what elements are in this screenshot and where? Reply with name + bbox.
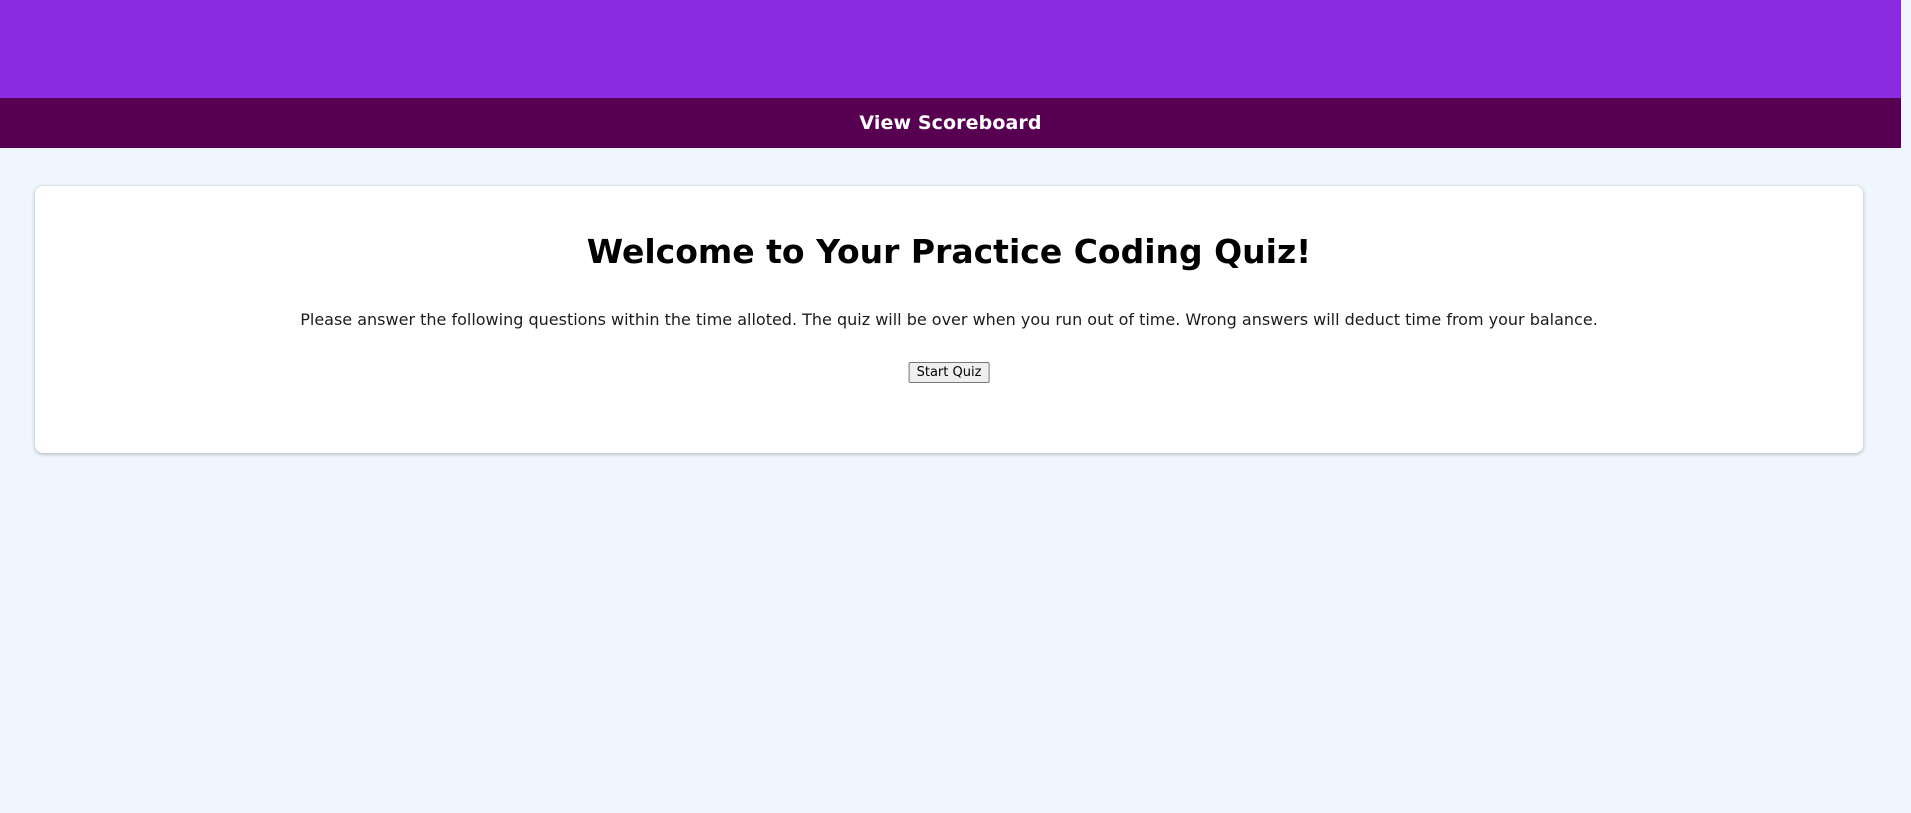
view-scoreboard-link[interactable]: View Scoreboard <box>859 112 1041 134</box>
scrollbar-area <box>1901 0 1911 813</box>
top-banner <box>0 0 1901 98</box>
quiz-instructions: Please answer the following questions wi… <box>300 310 1598 329</box>
page-title: Welcome to Your Practice Coding Quiz! <box>586 232 1312 271</box>
nav-bar: View Scoreboard <box>0 98 1901 148</box>
intro-card: Welcome to Your Practice Coding Quiz! Pl… <box>35 186 1863 453</box>
page: View Scoreboard Welcome to Your Practice… <box>0 0 1901 813</box>
start-quiz-button[interactable]: Start Quiz <box>908 362 990 383</box>
